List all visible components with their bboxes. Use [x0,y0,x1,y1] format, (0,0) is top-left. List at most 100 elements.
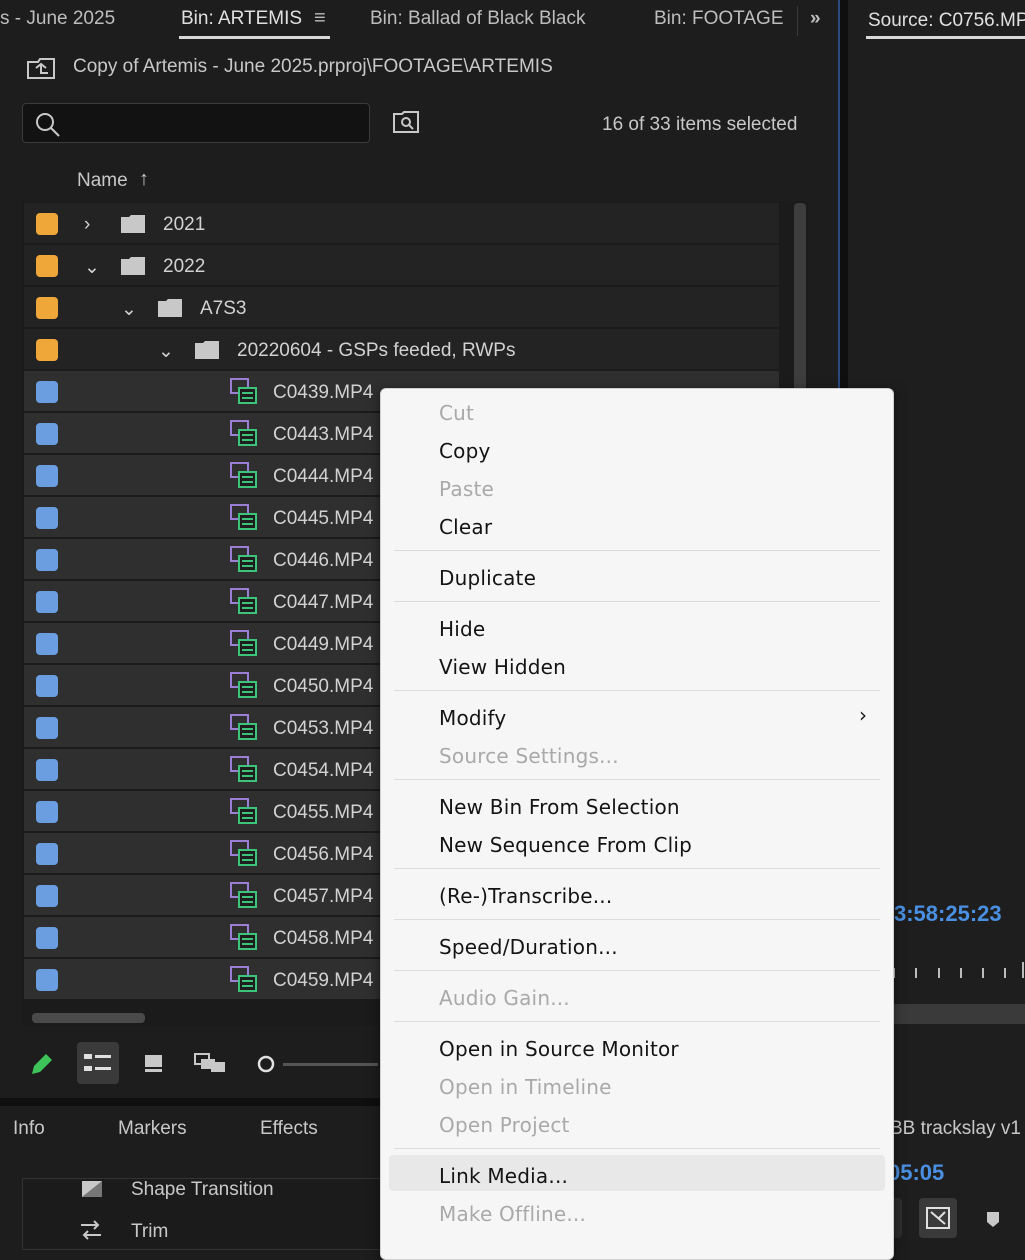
tab-markers[interactable]: Markers [118,1118,187,1140]
folder-row-2021[interactable]: › 2021 [24,203,779,245]
menu-item-view-hidden[interactable]: View Hidden [439,655,566,679]
tab-bin-ballad[interactable]: Bin: Ballad of Black Black [370,8,585,30]
label-swatch[interactable] [36,549,58,571]
label-swatch[interactable] [36,381,58,403]
folder-icon [195,341,219,359]
menu-item-hide[interactable]: Hide [439,617,485,641]
label-swatch[interactable] [36,885,58,907]
label-swatch[interactable] [36,255,58,277]
label-swatch[interactable] [36,717,58,739]
search-input[interactable] [22,103,370,143]
folder-row-20220604[interactable]: ⌄ 20220604 - GSPs feeded, RWPs [24,329,779,371]
folder-icon [158,299,182,317]
zoom-slider-track[interactable] [283,1063,378,1066]
folder-row-2022[interactable]: ⌄ 2022 [24,245,779,287]
search-icon [36,113,60,137]
shape-transition-icon [82,1181,102,1197]
tab-source[interactable]: Source: C0756.MP4 [868,10,1025,32]
menu-item-link-media[interactable]: Link Media... [439,1164,568,1188]
effect-shape-transition[interactable]: Shape Transition [131,1179,274,1201]
menu-separator [394,779,880,780]
chevron-right-icon[interactable]: › [84,214,90,236]
clip-name: C0456.MP4 [273,844,374,865]
name-column-header[interactable]: Name [77,170,128,192]
clip-name: C0454.MP4 [273,760,374,781]
video-clip-icon [230,840,257,866]
clip-name: C0449.MP4 [273,634,374,655]
menu-item-cut[interactable]: Cut [439,401,474,425]
insert-button[interactable] [919,1198,957,1238]
icon-view-icon[interactable] [142,1052,166,1074]
parent-folder-icon[interactable] [26,56,58,82]
menu-separator [394,868,880,869]
label-swatch[interactable] [36,591,58,613]
label-swatch[interactable] [36,675,58,697]
menu-item-open-in-source-monitor[interactable]: Open in Source Monitor [439,1037,679,1061]
freeform-view-icon[interactable] [193,1052,227,1074]
menu-item-modify[interactable]: Modify [439,706,506,730]
hamburger-menu-icon[interactable]: ≡ [314,7,326,30]
label-swatch[interactable] [36,465,58,487]
overflow-tabs-icon[interactable]: » [810,8,821,30]
video-clip-icon [230,378,257,404]
menu-item-duplicate[interactable]: Duplicate [439,566,536,590]
menu-item-clear[interactable]: Clear [439,515,492,539]
clip-name: C0455.MP4 [273,802,374,823]
label-swatch[interactable] [36,759,58,781]
tab-project[interactable]: s - June 2025 [0,8,115,30]
video-clip-icon [230,798,257,824]
video-clip-icon [230,546,257,572]
menu-separator [394,1148,880,1149]
menu-item-make-offline[interactable]: Make Offline... [439,1202,586,1226]
effect-trim[interactable]: Trim [131,1221,168,1243]
label-swatch[interactable] [36,927,58,949]
menu-item-open-project[interactable]: Open Project [439,1113,570,1137]
label-swatch[interactable] [36,801,58,823]
clip-name: C0446.MP4 [273,550,374,571]
menu-item-new-bin-from-selection[interactable]: New Bin From Selection [439,795,680,819]
chevron-down-icon[interactable]: ⌄ [121,298,137,321]
menu-item-speed-duration[interactable]: Speed/Duration... [439,935,618,959]
list-view-icon [84,1054,111,1071]
list-view-button[interactable] [77,1042,119,1084]
video-clip-icon [230,672,257,698]
menu-item-paste[interactable]: Paste [439,477,494,501]
menu-item-copy[interactable]: Copy [439,439,491,463]
effects-list: Shape Transition Trim [22,1178,384,1250]
sort-ascending-icon[interactable]: ↑ [139,168,149,191]
label-swatch[interactable] [36,507,58,529]
chevron-down-icon[interactable]: ⌄ [158,340,174,363]
menu-item-new-sequence-from-clip[interactable]: New Sequence From Clip [439,833,692,857]
source-scrollbar[interactable] [892,1004,1025,1024]
menu-separator [394,1021,880,1022]
clip-name: C0450.MP4 [273,676,374,697]
tab-info[interactable]: Info [13,1118,45,1140]
timeline-timecode[interactable]: 05:05 [888,1160,944,1186]
label-swatch[interactable] [36,969,58,991]
chevron-down-icon[interactable]: ⌄ [84,256,100,279]
pencil-icon[interactable] [28,1050,56,1078]
label-swatch[interactable] [36,843,58,865]
marker-icon[interactable] [984,1210,1002,1228]
menu-item-transcribe[interactable]: (Re-)Transcribe... [439,884,612,908]
video-clip-icon [230,756,257,782]
source-timecode[interactable]: 3:58:25:23 [894,901,1002,927]
label-swatch[interactable] [36,423,58,445]
menu-item-source-settings[interactable]: Source Settings... [439,744,619,768]
menu-item-open-in-timeline[interactable]: Open in Timeline [439,1075,612,1099]
folder-row-a7s3[interactable]: ⌄ A7S3 [24,287,779,329]
horizontal-scrollbar[interactable] [32,1013,145,1023]
tab-bin-artemis[interactable]: Bin: ARTEMIS [181,8,302,30]
label-swatch[interactable] [36,213,58,235]
find-icon[interactable] [392,110,420,134]
label-swatch[interactable] [36,297,58,319]
folder-name: 2022 [163,256,206,277]
label-swatch[interactable] [36,339,58,361]
timeline-name[interactable]: BB trackslay v1 [890,1118,1021,1140]
tab-bin-footage[interactable]: Bin: FOOTAGE [654,8,784,30]
label-swatch[interactable] [36,633,58,655]
zoom-slider-handle-icon[interactable] [256,1054,276,1074]
menu-item-audio-gain[interactable]: Audio Gain... [439,986,570,1010]
clip-name: C0444.MP4 [273,466,374,487]
tab-effects[interactable]: Effects [260,1118,318,1140]
